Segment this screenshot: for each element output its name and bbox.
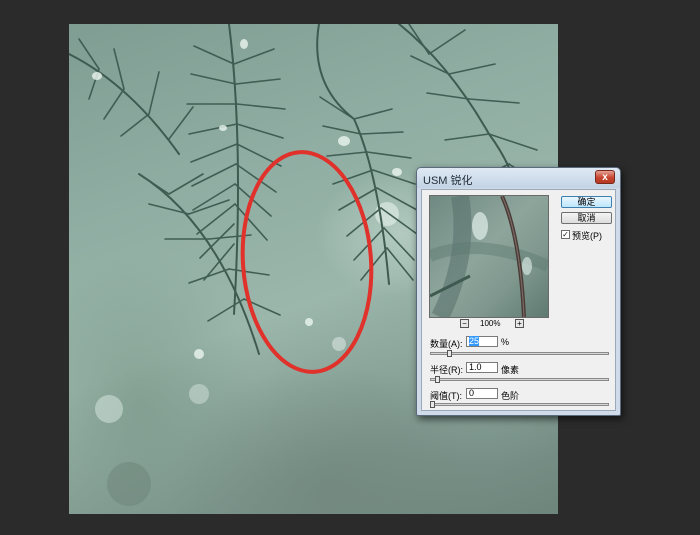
dialog-body: 确定 取消 ✓ 预览(P) − 100% + 数量(A): 25 % 半径(R)… [421, 189, 616, 411]
preview-checkbox[interactable]: ✓ [561, 230, 570, 239]
zoom-out-button[interactable]: − [460, 319, 469, 328]
radius-label: 半径(R): [430, 365, 463, 375]
zoom-in-button[interactable]: + [515, 319, 524, 328]
dialog-titlebar[interactable]: USM 锐化 x [417, 168, 620, 188]
amount-unit: % [501, 337, 510, 347]
dialog-title: USM 锐化 [423, 175, 473, 187]
cancel-button[interactable]: 取消 [561, 212, 612, 224]
amount-slider[interactable] [430, 352, 609, 355]
amount-input[interactable]: 25 [466, 336, 498, 347]
close-icon: x [602, 172, 608, 183]
threshold-slider-thumb[interactable] [430, 401, 435, 408]
threshold-value: 0 [469, 388, 475, 398]
annotation-circle [240, 150, 374, 374]
zoom-level: 100% [480, 319, 501, 328]
threshold-slider[interactable] [430, 403, 609, 406]
ok-button[interactable]: 确定 [561, 196, 612, 208]
radius-unit: 像素 [501, 365, 520, 375]
radius-input[interactable]: 1.0 [466, 362, 498, 373]
unsharp-mask-dialog: USM 锐化 x 确定 取消 ✓ 预览(P) − 100% + 数量(A): 2… [416, 167, 621, 416]
threshold-unit: 色阶 [501, 391, 520, 401]
preview-checkbox-label[interactable]: 预览(P) [572, 229, 602, 242]
radius-slider-thumb[interactable] [435, 376, 441, 383]
checkmark-icon: ✓ [562, 230, 569, 239]
amount-slider-thumb[interactable] [447, 350, 453, 357]
close-button[interactable]: x [595, 170, 615, 184]
minus-icon: − [462, 319, 467, 328]
radius-slider[interactable] [430, 378, 609, 381]
preview-image [430, 196, 548, 317]
preview-pane[interactable] [429, 195, 549, 318]
threshold-input[interactable]: 0 [466, 388, 498, 399]
radius-value: 1.0 [469, 362, 482, 372]
amount-label: 数量(A): [430, 339, 463, 349]
plus-icon: + [517, 319, 522, 328]
amount-value: 25 [469, 336, 480, 346]
